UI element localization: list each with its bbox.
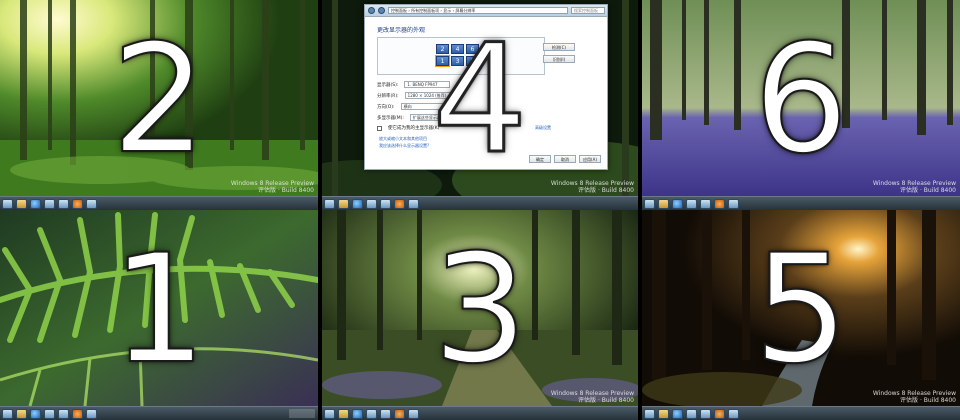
media-icon[interactable] <box>72 198 83 209</box>
app-icon[interactable] <box>86 408 97 419</box>
media-icon[interactable] <box>394 408 405 419</box>
taskbar <box>322 406 638 420</box>
start-icon[interactable] <box>644 408 655 419</box>
multi-monitor-wall: 2 Windows 8 Release Preview 评估版 · Build 8… <box>0 0 960 420</box>
explorer-icon[interactable] <box>16 408 27 419</box>
monitor-number: 6 <box>752 13 849 187</box>
app-icon[interactable] <box>408 408 419 419</box>
media-icon[interactable] <box>394 198 405 209</box>
browser-icon[interactable] <box>352 408 363 419</box>
explorer-icon[interactable] <box>658 408 669 419</box>
monitor-6: 6 Windows 8 Release Preview 评估版 · Build 8… <box>642 0 960 210</box>
app-icon[interactable] <box>700 198 711 209</box>
watermark: Windows 8 Release Preview 评估版 · Build 840… <box>230 180 314 194</box>
app-icon[interactable] <box>700 408 711 419</box>
forward-icon[interactable] <box>378 7 385 14</box>
back-icon[interactable] <box>368 7 375 14</box>
monitor-number: 3 <box>431 223 528 397</box>
system-tray[interactable] <box>289 409 315 418</box>
taskbar <box>0 406 318 420</box>
browser-icon[interactable] <box>30 198 41 209</box>
watermark: Windows 8 Release Preview 评估版 · Build 840… <box>872 390 956 404</box>
search-input[interactable]: 搜索控制面板 <box>571 7 605 14</box>
app-icon[interactable] <box>728 198 739 209</box>
start-icon[interactable] <box>324 198 335 209</box>
browser-icon[interactable] <box>30 408 41 419</box>
monitor-2: 2 Windows 8 Release Preview 评估版 · Build 8… <box>0 0 318 210</box>
start-icon[interactable] <box>324 408 335 419</box>
monitor-number: 5 <box>752 223 849 397</box>
taskbar <box>322 196 638 210</box>
browser-icon[interactable] <box>352 198 363 209</box>
start-icon[interactable] <box>2 198 13 209</box>
monitor-3: 3 Windows 8 Release Preview 评估版 · Build 8… <box>322 210 638 420</box>
app-icon[interactable] <box>380 198 391 209</box>
app-icon[interactable] <box>408 198 419 209</box>
browser-icon[interactable] <box>672 198 683 209</box>
monitor-4: 控制面板 › 所有控制面板项 › 显示 › 屏幕分辨率 搜索控制面板 更改显示器… <box>322 0 638 210</box>
media-icon[interactable] <box>714 408 725 419</box>
start-icon[interactable] <box>644 198 655 209</box>
monitor-number: 4 <box>431 13 529 187</box>
app-icon[interactable] <box>686 408 697 419</box>
media-icon[interactable] <box>72 408 83 419</box>
explorer-icon[interactable] <box>16 198 27 209</box>
watermark: Windows 8 Release Preview 评估版 · Build 840… <box>872 180 956 194</box>
explorer-icon[interactable] <box>338 408 349 419</box>
app-icon[interactable] <box>44 408 55 419</box>
watermark: Windows 8 Release Preview 评估版 · Build 840… <box>550 390 634 404</box>
taskbar <box>0 196 318 210</box>
watermark: Windows 8 Release Preview 评估版 · Build 840… <box>550 180 634 194</box>
media-icon[interactable] <box>714 198 725 209</box>
explorer-icon[interactable] <box>338 198 349 209</box>
explorer-icon[interactable] <box>658 198 669 209</box>
app-icon[interactable] <box>380 408 391 419</box>
app-icon[interactable] <box>58 198 69 209</box>
app-icon[interactable] <box>58 408 69 419</box>
app-icon[interactable] <box>728 408 739 419</box>
taskbar <box>642 406 960 420</box>
app-icon[interactable] <box>366 408 377 419</box>
monitor-number: 1 <box>110 223 207 397</box>
app-icon[interactable] <box>366 198 377 209</box>
monitor-number: 2 <box>110 13 207 187</box>
monitor-1: 1 <box>0 210 318 420</box>
app-icon[interactable] <box>86 198 97 209</box>
app-icon[interactable] <box>686 198 697 209</box>
taskbar <box>642 196 960 210</box>
app-icon[interactable] <box>44 198 55 209</box>
monitor-5: 5 Windows 8 Release Preview 评估版 · Build 8… <box>642 210 960 420</box>
start-icon[interactable] <box>2 408 13 419</box>
browser-icon[interactable] <box>672 408 683 419</box>
